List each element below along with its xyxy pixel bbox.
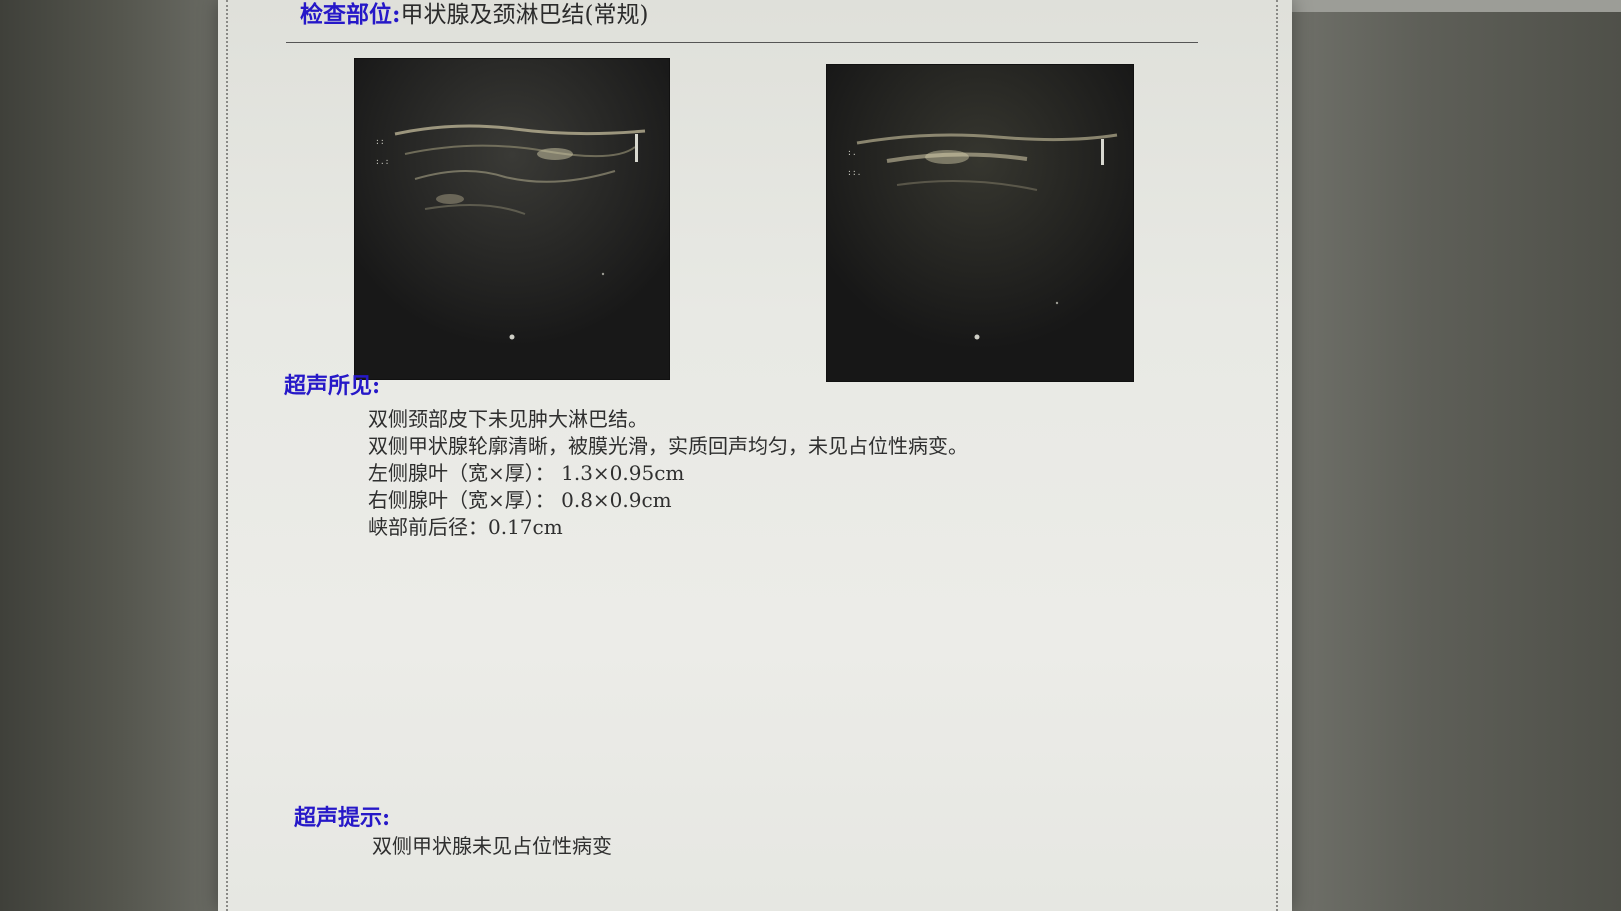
finding-line: 双侧甲状腺轮廓清晰，被膜光滑，实质回声均匀，未见占位性病变。: [368, 434, 968, 458]
svg-text:::: ::: [375, 137, 385, 146]
exam-site-value: 甲状腺及颈淋巴结(常规): [400, 2, 649, 28]
findings-label: 超声所见:: [284, 373, 381, 399]
monitor-bezel-left: [0, 0, 220, 911]
finding-line: 峡部前后径：0.17cm: [368, 515, 563, 539]
monitor-bezel-right: [1290, 0, 1621, 911]
ultrasound-image-left: :: :.:: [354, 58, 670, 380]
finding-line: 双侧颈部皮下未见肿大淋巴结。: [368, 407, 648, 431]
impression-label: 超声提示:: [294, 805, 391, 831]
header-divider: [286, 42, 1198, 43]
svg-text::.:: :.:: [375, 157, 389, 166]
window-edge: [1292, 0, 1621, 12]
svg-text:::.: ::.: [847, 168, 861, 177]
impression-text: 双侧甲状腺未见占位性病变: [372, 834, 612, 858]
svg-text::.: :.: [847, 148, 857, 157]
ultrasound-image-right: :. ::.: [826, 64, 1134, 382]
exam-site-header: 检查部位:甲状腺及颈淋巴结(常规): [300, 0, 648, 30]
finding-line: 左侧腺叶（宽×厚）： 1.3×0.95cm: [368, 461, 685, 485]
finding-line: 右侧腺叶（宽×厚）： 0.8×0.9cm: [368, 488, 672, 512]
findings-text: 双侧颈部皮下未见肿大淋巴结。 双侧甲状腺轮廓清晰，被膜光滑，实质回声均匀，未见占…: [368, 406, 968, 541]
exam-site-label: 检查部位:: [300, 1, 401, 28]
ultrasound-report-sheet: 检查部位:甲状腺及颈淋巴结(常规) :: :.::.::. 超声所见: 双侧…: [218, 0, 1292, 911]
